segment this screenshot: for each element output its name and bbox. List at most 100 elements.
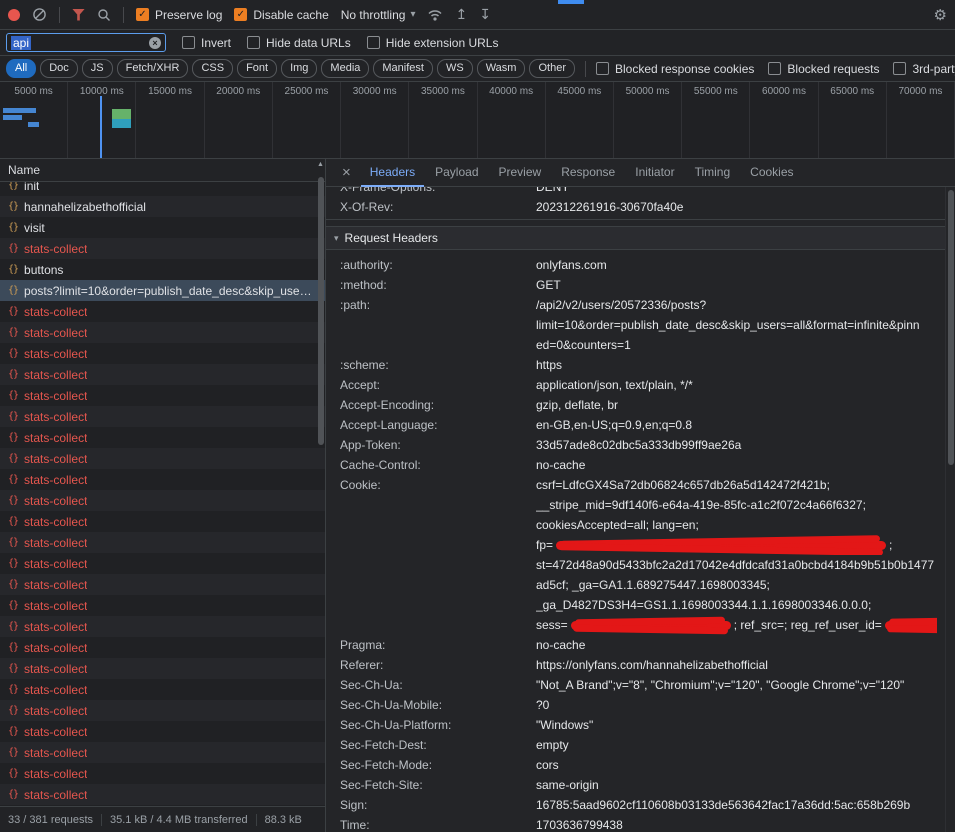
header-name: Sec-Ch-Ua-Platform: [340,715,536,735]
name-column-header[interactable]: Name [0,159,325,182]
waterfall-bar [3,108,36,113]
scroll-up-arrow-icon[interactable]: ▲ [317,161,324,171]
request-row[interactable]: {}stats-collect [0,658,325,679]
filter-chip-fetch-xhr[interactable]: Fetch/XHR [117,59,189,78]
request-row[interactable]: {}stats-collect [0,343,325,364]
filter-chip-img[interactable]: Img [281,59,317,78]
filter-chip-ws[interactable]: WS [437,59,473,78]
invert-checkbox[interactable]: Invert [182,36,231,50]
request-row[interactable]: {}init [0,182,325,196]
response-headers-tail: X-Of-Rev:202312261916-30670fa40e [326,197,955,220]
header-row: Sign:16785:5aad9602cf110608b03133de56364… [326,795,955,815]
filter-chip-font[interactable]: Font [237,59,277,78]
filter-chip-other[interactable]: Other [529,59,575,78]
request-row[interactable]: {}visit [0,217,325,238]
request-row[interactable]: {}stats-collect [0,637,325,658]
tab-response[interactable]: Response [552,159,624,187]
request-row[interactable]: {}stats-collect [0,238,325,259]
hide-data-urls-checkbox[interactable]: Hide data URLs [247,36,351,50]
network-conditions-icon[interactable] [427,8,443,22]
tab-timing[interactable]: Timing [686,159,740,187]
request-row[interactable]: {}stats-collect [0,532,325,553]
tab-initiator[interactable]: Initiator [626,159,683,187]
request-row[interactable]: {}stats-collect [0,385,325,406]
request-row[interactable]: {}buttons [0,259,325,280]
header-name: :method: [340,275,536,295]
tab-payload[interactable]: Payload [426,159,487,187]
scrollbar-thumb[interactable] [318,177,324,445]
request-row[interactable]: {}stats-collect [0,511,325,532]
request-headers-section[interactable]: ▾Request Headers [326,226,955,250]
filter-chip-wasm[interactable]: Wasm [477,59,526,78]
filter-chip-js[interactable]: JS [82,59,113,78]
header-name: Time: [340,815,536,832]
header-row: Accept:application/json, text/plain, */* [326,375,955,395]
record-button[interactable] [8,9,20,21]
headers-detail-pane: X-Frame-Options:DENYX-Of-Rev:20231226191… [326,187,955,832]
timeline-tick-label: 5000 ms [0,86,67,97]
request-row[interactable]: {}stats-collect [0,322,325,343]
preserve-log-label: Preserve log [155,8,222,22]
request-row[interactable]: {}stats-collect [0,553,325,574]
request-row[interactable]: {}stats-collect [0,679,325,700]
disable-cache-checkbox[interactable]: ✓ Disable cache [234,8,328,22]
request-headers-rows: :authority:onlyfans.com:method:GET:path:… [326,250,955,832]
request-row[interactable]: {}stats-collect [0,301,325,322]
blocked-response-cookies-checkbox[interactable]: Blocked response cookies [596,62,754,76]
redaction-scribble [571,621,731,630]
blocked-requests-checkbox[interactable]: Blocked requests [768,62,879,76]
search-icon[interactable] [97,8,111,22]
tab-preview[interactable]: Preview [490,159,551,187]
timeline-column: 5000 ms [0,82,68,158]
request-row[interactable]: {}stats-collect [0,448,325,469]
request-row[interactable]: {}stats-collect [0,784,325,805]
filter-funnel-icon[interactable] [72,9,85,21]
scrollbar-thumb[interactable] [948,190,954,465]
request-row[interactable]: {}posts?limit=10&order=publish_date_desc… [0,280,325,301]
throttling-dropdown[interactable]: No throttling ▾ [341,8,416,22]
checkbox-checked-icon: ✓ [136,8,149,21]
filter-input[interactable]: api × [6,33,166,52]
header-name: X-Of-Rev: [340,197,536,217]
request-row[interactable]: {}stats-collect [0,574,325,595]
request-row[interactable]: {}stats-collect [0,763,325,784]
import-har-icon[interactable]: ↥ [455,7,467,23]
request-row[interactable]: {}stats-collect [0,616,325,637]
header-row: :path:/api2/v2/users/20572336/posts?limi… [326,295,955,355]
filter-chip-media[interactable]: Media [321,59,369,78]
close-details-icon[interactable]: × [334,164,359,181]
waterfall-block-green [112,109,131,119]
request-list-scrollbar[interactable]: ▲ [316,161,325,804]
preserve-log-checkbox[interactable]: ✓ Preserve log [136,8,222,22]
header-value: 33d57ade8c02dbc5a333db99ff9ae26a [536,435,937,455]
export-har-icon[interactable]: ↧ [479,7,491,23]
checkbox-label: Blocked response cookies [615,62,754,76]
request-row[interactable]: {}stats-collect [0,364,325,385]
request-row[interactable]: {}stats-collect [0,700,325,721]
clear-filter-icon[interactable]: × [149,37,161,49]
3rd-party-requests-checkbox[interactable]: 3rd-party requests [893,62,955,76]
details-scrollbar[interactable] [945,187,955,832]
request-row[interactable]: {}stats-collect [0,721,325,742]
request-row[interactable]: {}stats-collect [0,742,325,763]
clear-icon[interactable] [32,7,47,22]
settings-gear-icon[interactable]: ⚙ [934,6,947,24]
tab-headers[interactable]: Headers [361,159,424,187]
filter-chip-all[interactable]: All [6,59,36,78]
request-row[interactable]: {}stats-collect [0,469,325,490]
tab-cookies[interactable]: Cookies [741,159,802,187]
request-row[interactable]: {}stats-collect [0,490,325,511]
header-value-line: st=472d48a90d5433bfc2a2d17042e4dfdcafd31… [536,555,937,575]
type-filter-chips: AllDocJSFetch/XHRCSSFontImgMediaManifest… [6,59,575,78]
header-value: https://onlyfans.com/hannahelizabethoffi… [536,655,937,675]
request-name: stats-collect [24,389,87,403]
request-row[interactable]: {}stats-collect [0,406,325,427]
filter-chip-css[interactable]: CSS [192,59,233,78]
filter-chip-manifest[interactable]: Manifest [373,59,433,78]
request-row[interactable]: {}stats-collect [0,427,325,448]
timeline-overview[interactable]: 5000 ms10000 ms15000 ms20000 ms25000 ms3… [0,82,955,159]
filter-chip-doc[interactable]: Doc [40,59,78,78]
request-row[interactable]: {}stats-collect [0,595,325,616]
request-row[interactable]: {}hannahelizabethofficial [0,196,325,217]
hide-extension-urls-checkbox[interactable]: Hide extension URLs [367,36,499,50]
